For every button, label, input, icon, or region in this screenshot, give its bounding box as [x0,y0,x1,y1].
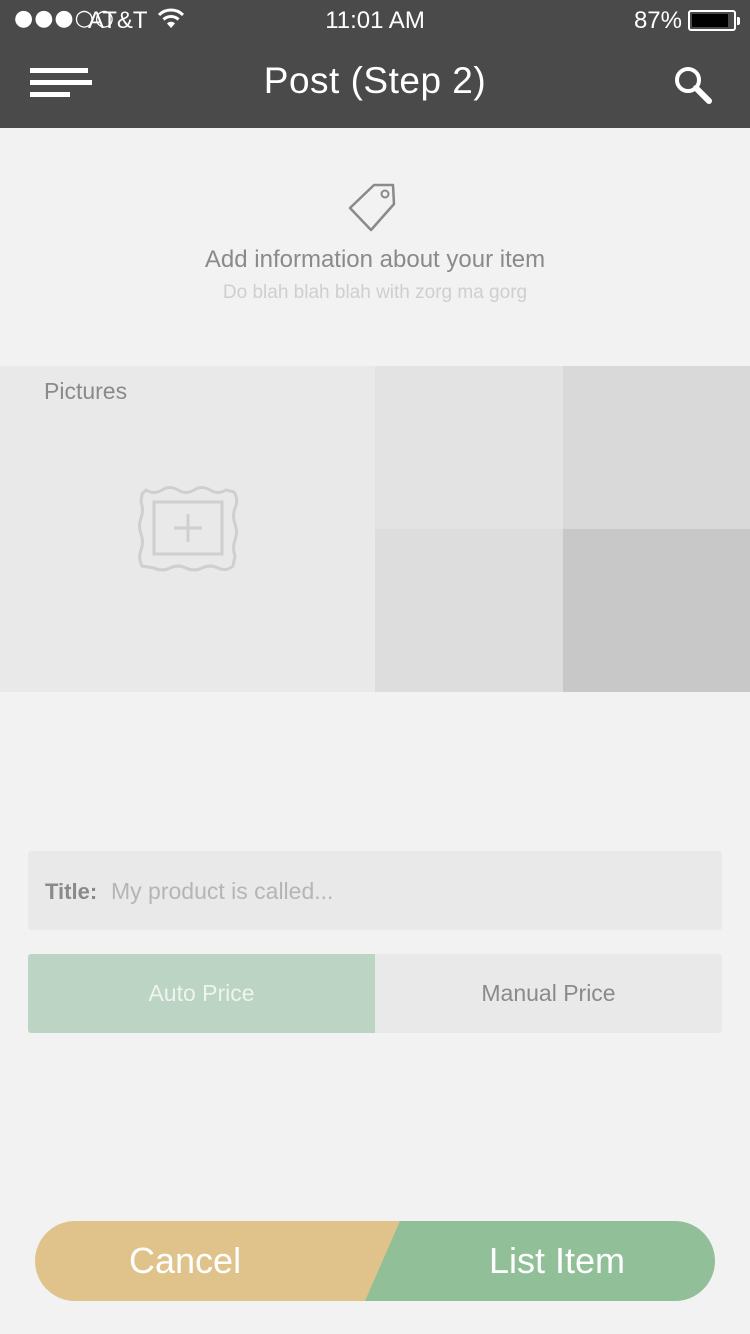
picture-slot-1[interactable] [375,366,563,529]
search-icon[interactable] [672,64,714,106]
price-mode-toggle: Auto Price Manual Price [28,954,722,1033]
picture-slot-4[interactable] [563,529,750,692]
cancel-button[interactable]: Cancel [35,1221,401,1301]
title-label: Title: [45,879,98,904]
price-tag-icon [348,183,396,232]
battery-percent: 87% [633,7,682,34]
auto-price-option[interactable]: Auto Price [28,954,375,1033]
manual-price-option[interactable]: Manual Price [375,954,722,1033]
list-item-button[interactable]: List Item [365,1221,715,1301]
intro-title: Add information about your item [204,246,546,273]
page-title: Post (Step 2) [263,60,487,101]
status-bar: ●●●○○ AT&T 11:01 AM 87% [0,0,750,40]
pictures-grid: Pictures [0,366,750,692]
pictures-label: Pictures [44,378,128,404]
battery-icon [688,10,740,31]
add-picture-frame-icon [138,486,239,572]
picture-slot-3[interactable] [375,529,563,692]
intro-subtitle: Do blah blah blah with zorg ma gorg [222,282,528,303]
app-header: ●●●○○ AT&T 11:01 AM 87% Post (Step 2) [0,0,750,128]
title-input[interactable] [111,867,701,915]
picture-slot-2[interactable] [563,366,750,529]
title-field[interactable]: Title: [28,851,722,930]
action-bar: Cancel List Item [35,1221,715,1301]
add-picture-tile[interactable]: Pictures [0,366,375,692]
